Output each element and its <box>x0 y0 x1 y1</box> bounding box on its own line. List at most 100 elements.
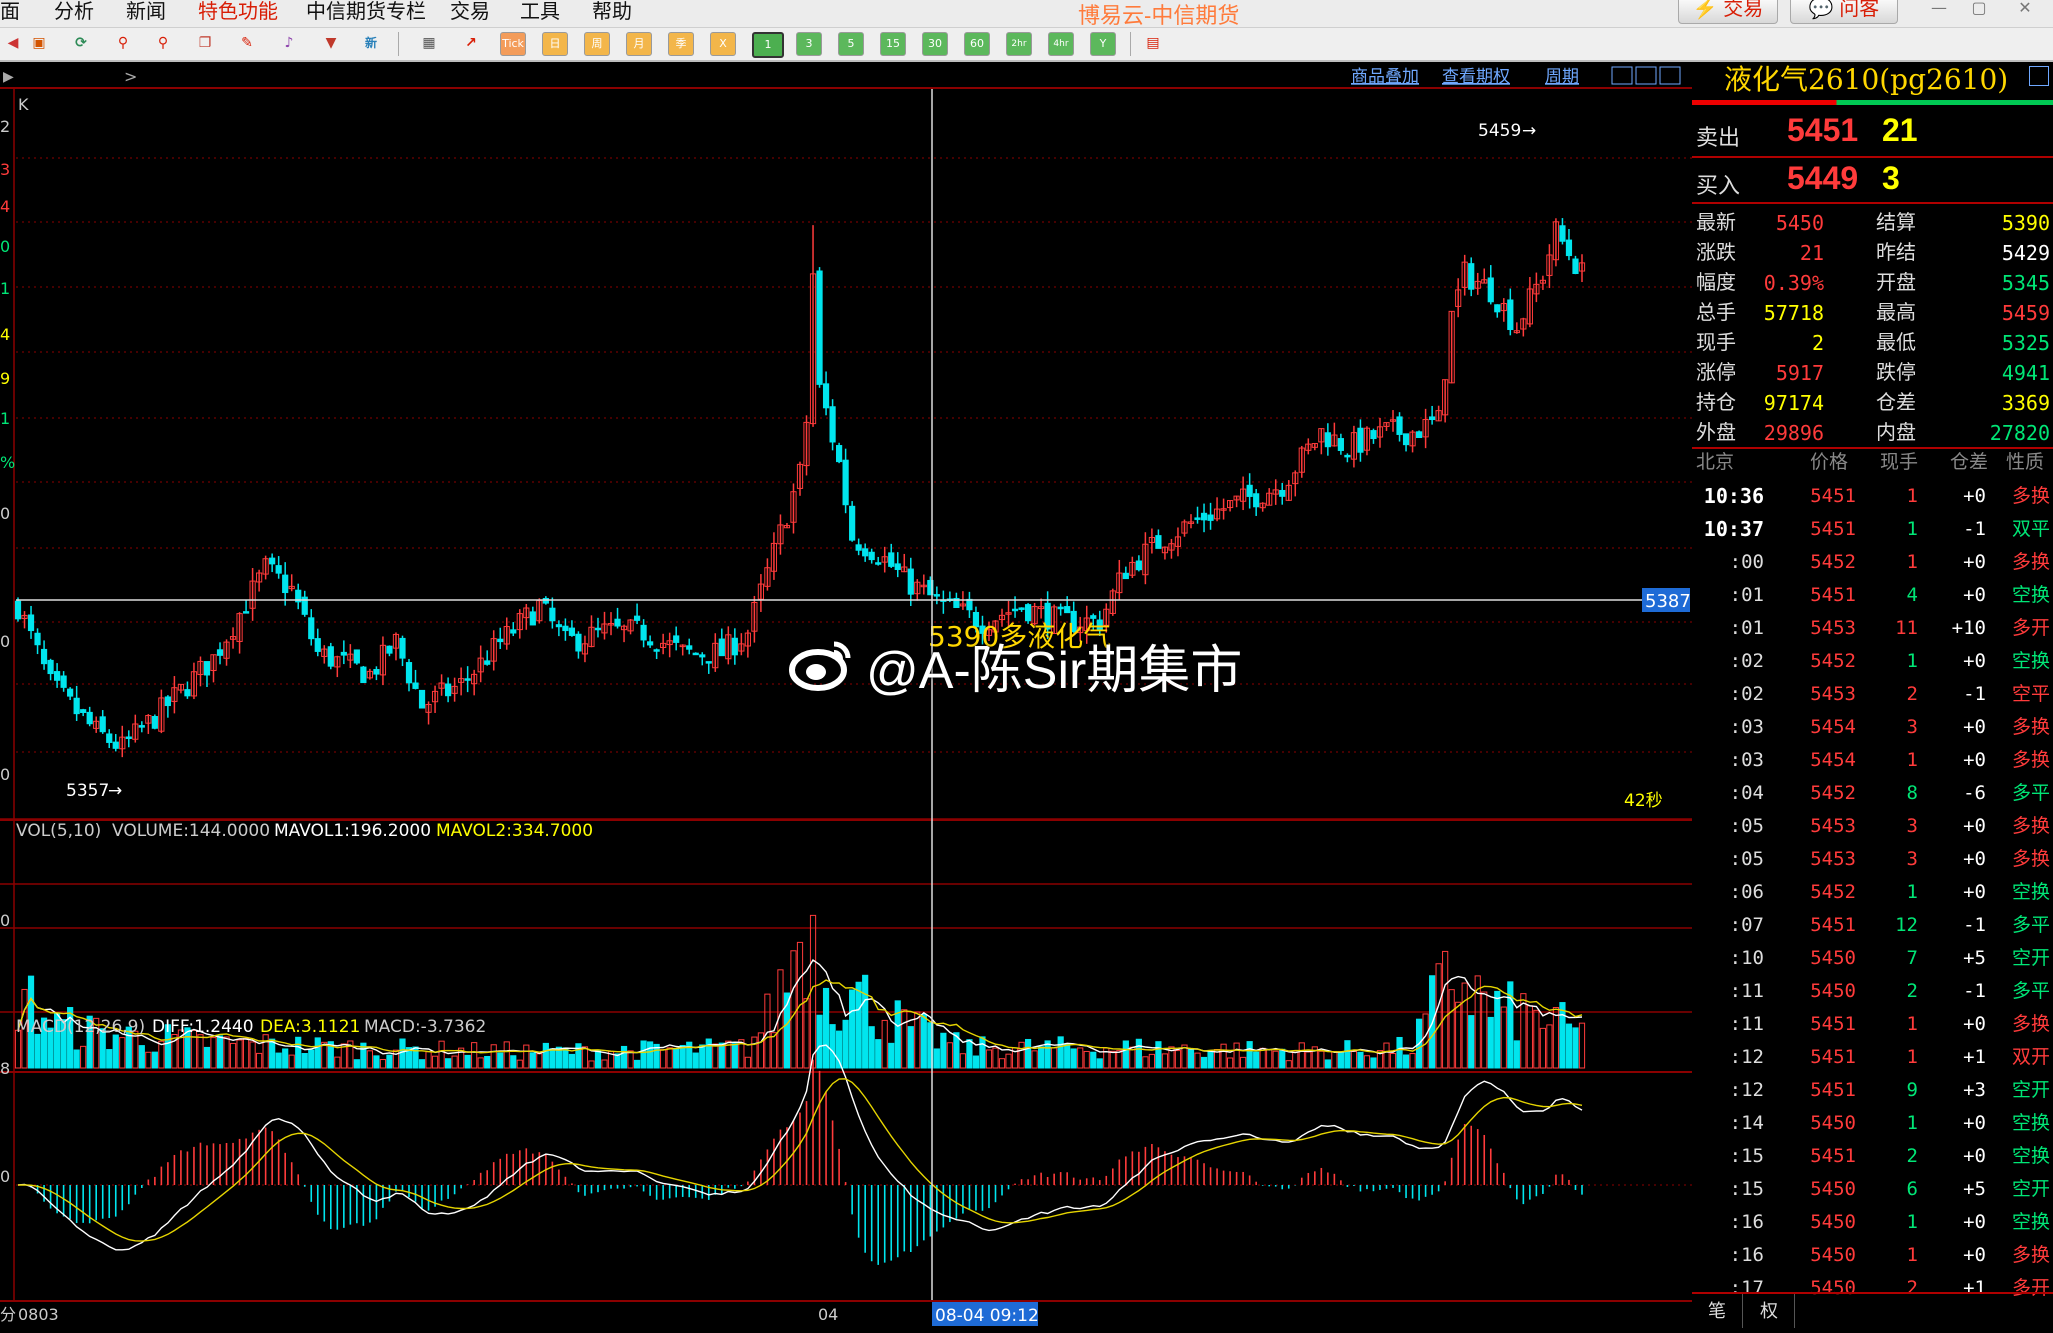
period-4hr[interactable]: 4hr <box>1048 32 1074 56</box>
tick-row[interactable]: :00 5452 1 +0 多换 <box>1692 546 2053 579</box>
tick-oi-change: +0 <box>1963 881 1986 903</box>
period-season[interactable]: 季 <box>668 32 694 56</box>
candle-body <box>106 733 113 743</box>
menu-help[interactable]: 帮助 <box>592 0 632 24</box>
close-icon[interactable]: ✕ <box>2010 0 2040 18</box>
volume-bar <box>594 1050 602 1069</box>
candle-body <box>1429 416 1436 421</box>
window-icon[interactable]: ❐ <box>192 31 218 55</box>
tick-row[interactable]: :11 5451 1 +0 多换 <box>1692 1008 2053 1041</box>
menu-trade[interactable]: 交易 <box>450 0 490 24</box>
filter-icon[interactable]: ▼ <box>318 31 344 55</box>
macd-value: MACD:-3.7362 <box>364 1017 486 1037</box>
tick-row[interactable]: :12 5451 9 +3 空开 <box>1692 1074 2053 1107</box>
quote-row: 涨跌 21 昨结 5429 <box>1692 238 2053 268</box>
zoom-out-icon[interactable]: ⚲ <box>150 31 176 55</box>
tick-row[interactable]: :16 5450 1 +0 多换 <box>1692 1239 2053 1272</box>
ask-row[interactable]: 卖出 5451 21 <box>1692 110 2053 154</box>
briefcase-icon[interactable]: ▣ <box>26 31 52 55</box>
tick-row[interactable]: :15 5450 6 +5 空开 <box>1692 1173 2053 1206</box>
menu-citic[interactable]: 中信期货专栏 <box>306 0 426 24</box>
period-2hr[interactable]: 2hr <box>1006 32 1032 56</box>
period-60min[interactable]: 60 <box>964 32 990 56</box>
nav-arrow-icon[interactable]: > <box>124 67 137 86</box>
candle-body <box>1507 299 1514 331</box>
tick-row[interactable]: :03 5454 3 +0 多换 <box>1692 711 2053 744</box>
collapse-icon[interactable]: ▶ <box>3 69 14 85</box>
kline-chart[interactable]: ▶ > 商品叠加 查看期权 周期 K 2 3 4 0 1 4 9 1 % 0 0… <box>0 62 1692 1333</box>
candle-body <box>418 689 426 709</box>
back-icon[interactable]: ◀ <box>0 31 26 55</box>
tick-button[interactable]: Tick <box>500 32 526 56</box>
tick-row[interactable]: :14 5450 1 +0 空换 <box>1692 1107 2053 1140</box>
volume-bar <box>692 1052 699 1069</box>
bid-row[interactable]: 买入 5449 3 <box>1692 158 2053 202</box>
tick-row[interactable]: :07 5451 12 -1 多平 <box>1692 909 2053 942</box>
candle-body <box>510 629 517 634</box>
tick-row[interactable]: :11 5450 2 -1 多平 <box>1692 975 2053 1008</box>
tick-row[interactable]: :03 5454 1 +0 多换 <box>1692 744 2053 777</box>
volume-bar <box>418 1059 426 1069</box>
period-3min[interactable]: 3 <box>796 32 822 56</box>
grid-icon[interactable]: ▦ <box>416 31 442 55</box>
pen-icon[interactable]: ✎ <box>234 31 260 55</box>
trade-button[interactable]: ⚡ 交易 <box>1678 0 1778 24</box>
period-day[interactable]: 日 <box>542 32 568 56</box>
tick-row[interactable]: :02 5453 2 -1 空平 <box>1692 678 2053 711</box>
overlay-link[interactable]: 商品叠加 <box>1351 67 1419 87</box>
period-30min[interactable]: 30 <box>922 32 948 56</box>
tick-row[interactable]: :01 5453 11 +10 多开 <box>1692 612 2053 645</box>
tab-ticks[interactable]: 笔 <box>1692 1294 1743 1328</box>
candle-body <box>1090 615 1097 619</box>
tick-row[interactable]: 10:36 5451 1 +0 多换 <box>1692 480 2053 513</box>
period-month[interactable]: 月 <box>626 32 652 56</box>
ask-price: 5451 <box>1787 112 1859 148</box>
new-icon[interactable]: 新 <box>358 31 384 55</box>
calendar-icon[interactable]: ▤ <box>1140 31 1166 55</box>
period-custom[interactable]: X <box>710 32 736 56</box>
menu-analysis[interactable]: 分析 <box>54 0 94 24</box>
restore-icon[interactable]: ▢ <box>1964 0 1994 18</box>
ask-button[interactable]: 💬 问客 <box>1790 0 1898 24</box>
tick-row[interactable]: :06 5452 1 +0 空换 <box>1692 876 2053 909</box>
quote-row: 持仓 97174 仓差 3369 <box>1692 388 2053 418</box>
trend-icon[interactable]: ↗ <box>458 31 484 55</box>
refresh-icon[interactable]: ⟳ <box>68 31 94 55</box>
panel-expand-icon[interactable] <box>2029 66 2049 86</box>
minimize-icon[interactable]: — <box>1924 0 1954 18</box>
options-link[interactable]: 查看期权 <box>1442 67 1510 87</box>
volume-bar <box>1487 1016 1494 1069</box>
period-link[interactable]: 周期 <box>1545 67 1579 87</box>
axis-frag-3: 0 <box>0 237 10 256</box>
volume-bar <box>1396 1036 1403 1069</box>
period-week[interactable]: 周 <box>584 32 610 56</box>
tick-row[interactable]: :10 5450 7 +5 空开 <box>1692 942 2053 975</box>
period-year[interactable]: Y <box>1090 32 1116 56</box>
tick-row[interactable]: :02 5452 1 +0 空换 <box>1692 645 2053 678</box>
period-5min[interactable]: 5 <box>838 32 864 56</box>
candle-body <box>907 568 914 595</box>
menu-news[interactable]: 新闻 <box>126 0 166 24</box>
menu-tools[interactable]: 工具 <box>520 0 560 24</box>
tick-row[interactable]: :15 5451 2 +0 空换 <box>1692 1140 2053 1173</box>
tick-row[interactable]: :16 5450 1 +0 空换 <box>1692 1206 2053 1239</box>
bell-icon[interactable]: ♪ <box>276 31 302 55</box>
period-1min[interactable]: 1 <box>752 32 784 58</box>
tick-row[interactable]: :05 5453 3 +0 多换 <box>1692 810 2053 843</box>
tick-row[interactable]: :12 5451 1 +1 双开 <box>1692 1041 2053 1074</box>
tab-rights[interactable]: 权 <box>1744 1294 1795 1328</box>
tick-time: :05 <box>1729 815 1764 837</box>
tick-row[interactable]: :04 5452 8 -6 多平 <box>1692 777 2053 810</box>
volume-bar <box>562 1047 569 1069</box>
tick-row[interactable]: 10:37 5451 1 -1 双平 <box>1692 513 2053 546</box>
tick-row[interactable]: :01 5451 4 +0 空换 <box>1692 579 2053 612</box>
volume-bar <box>620 1045 628 1069</box>
menu-special[interactable]: 特色功能 <box>198 0 278 24</box>
menu-view[interactable]: 面 <box>0 0 20 24</box>
period-15min[interactable]: 15 <box>880 32 906 56</box>
menu-bar: 面 分析 新闻 特色功能 中信期货专栏 交易 工具 帮助 博易云-中信期货 ⚡ … <box>0 0 2053 28</box>
tick-row[interactable]: :05 5453 3 +0 多换 <box>1692 843 2053 876</box>
tick-kind: 多换 <box>2011 552 2050 573</box>
tick-kind: 多平 <box>2011 915 2050 936</box>
zoom-in-icon[interactable]: ⚲ <box>110 31 136 55</box>
